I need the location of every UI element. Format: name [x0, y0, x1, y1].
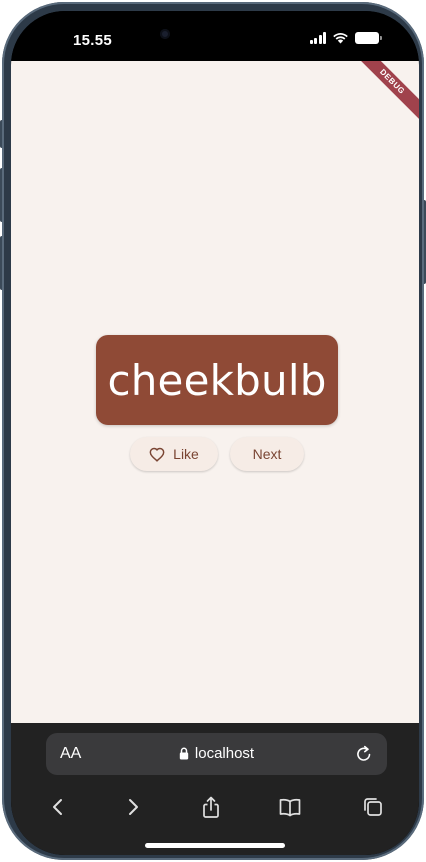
home-indicator[interactable] — [145, 843, 285, 848]
signal-icon — [309, 31, 326, 44]
status-bar: 15.55 — [11, 11, 419, 61]
forward-icon[interactable] — [119, 793, 147, 821]
word-pair-text: cheekbulb — [107, 355, 327, 405]
debug-banner: DEBUG — [348, 61, 419, 126]
back-icon[interactable] — [44, 793, 72, 821]
share-icon[interactable] — [197, 793, 225, 821]
status-time: 15.55 — [73, 32, 113, 49]
like-button[interactable]: Like — [130, 437, 218, 471]
lock-icon — [179, 747, 189, 760]
next-label: Next — [252, 446, 282, 462]
word-card: cheekbulb — [96, 335, 338, 425]
next-button[interactable]: Next — [230, 437, 304, 471]
phone-frame: 15.55 DEBUG cheekbulb Like Next AA local… — [2, 2, 424, 860]
phone-device: 15.55 DEBUG cheekbulb Like Next AA local… — [0, 0, 426, 862]
battery-icon — [355, 31, 382, 44]
url-display: localhost — [46, 745, 387, 762]
address-bar[interactable]: AA localhost — [46, 733, 387, 775]
status-icons — [309, 31, 382, 44]
heart-outline-icon — [149, 447, 165, 462]
bookmarks-icon[interactable] — [276, 793, 304, 821]
phone-screen: 15.55 DEBUG cheekbulb Like Next AA local… — [11, 11, 419, 855]
safari-toolbar: AA localhost — [11, 723, 419, 855]
reload-icon[interactable] — [354, 744, 374, 764]
url-text: localhost — [194, 745, 255, 762]
like-label: Like — [173, 446, 199, 462]
tabs-icon[interactable] — [359, 793, 387, 821]
front-camera — [160, 29, 170, 39]
app-content: DEBUG cheekbulb Like Next — [11, 61, 419, 723]
browser-nav-toolbar — [11, 789, 419, 825]
wifi-icon — [333, 33, 348, 44]
